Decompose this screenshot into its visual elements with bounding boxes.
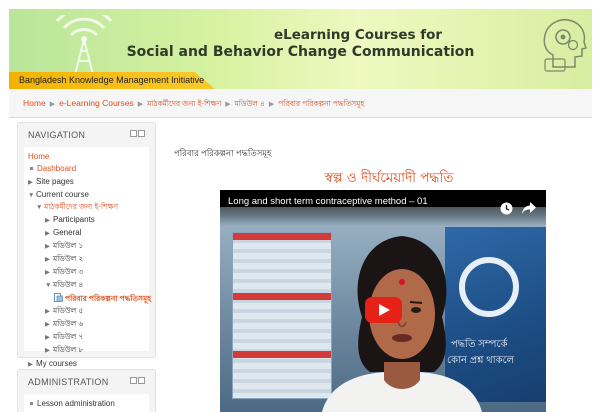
- breadcrumb: Home ▶ e-Learning Courses ▶ মাঠকর্মীদের জন্য…: [9, 89, 592, 118]
- breadcrumb-module[interactable]: মডিউল ৪: [235, 99, 265, 108]
- clock-icon[interactable]: [500, 202, 513, 215]
- site-title: eLearning Courses for Social and Behavio…: [9, 27, 592, 61]
- nav-my-courses-label: My courses: [36, 359, 77, 368]
- dock-block-icon[interactable]: [130, 130, 137, 137]
- administration-block-title: ADMINISTRATION: [28, 377, 109, 387]
- navigation-block-title: NAVIGATION: [28, 130, 86, 140]
- nav-module-7[interactable]: ▶ মডিউল ৭: [45, 332, 83, 343]
- expand-arrow-icon: ▶: [45, 230, 50, 237]
- collapse-block-icon[interactable]: [138, 377, 145, 384]
- administration-block: ADMINISTRATION Lesson administration: [17, 369, 156, 412]
- nav-module-label: মডিউল ১: [53, 241, 84, 250]
- nav-lesson-administration-label: Lesson administration: [37, 399, 115, 408]
- presenter-image: [322, 236, 482, 412]
- site-title-line1: eLearning Courses for: [273, 27, 443, 43]
- nav-course-label: মাঠকর্মীদের জন্য ই-শিক্ষণ: [44, 202, 119, 211]
- block-controls: [129, 377, 147, 386]
- expand-arrow-icon: ▶: [28, 179, 33, 186]
- video-title[interactable]: Long and short term contraceptive method…: [228, 196, 428, 207]
- site-title-line2: Social and Behavior Change Communication: [126, 44, 475, 60]
- nav-module-label: মডিউল ৫: [53, 306, 84, 315]
- page-frame: eLearning Courses for Social and Behavio…: [9, 9, 592, 412]
- nav-module-6[interactable]: ▶ মডিউল ৬: [45, 319, 83, 330]
- nav-participants-label: Participants: [53, 215, 95, 224]
- nav-participants[interactable]: ▶ Participants: [45, 215, 95, 226]
- breadcrumb-separator-icon: ▶: [225, 101, 231, 108]
- navigation-tree: Home Dashboard ▶ Site pages ▼ Current cour…: [24, 147, 151, 368]
- expand-arrow-icon: ▶: [45, 243, 50, 250]
- nav-lesson-administration[interactable]: Lesson administration: [28, 399, 115, 409]
- nav-site-pages[interactable]: ▶ Site pages: [28, 177, 74, 188]
- breadcrumb-home[interactable]: Home: [23, 98, 46, 108]
- poster-band: [233, 293, 331, 300]
- bullet-icon: [30, 401, 33, 405]
- nav-module-1[interactable]: ▶ মডিউল ১: [45, 241, 83, 252]
- share-icon[interactable]: [522, 202, 536, 214]
- breadcrumb-separator-icon: ▶: [49, 101, 56, 108]
- bullet-icon: [30, 166, 33, 170]
- nav-module-label: মডিউল ৩: [53, 267, 84, 276]
- nav-dashboard[interactable]: Dashboard: [28, 164, 76, 174]
- collapse-block-icon[interactable]: [138, 130, 145, 137]
- site-tagline: Bangladesh Knowledge Management Initiati…: [19, 75, 205, 85]
- breadcrumb-separator-icon: ▶: [137, 101, 144, 108]
- collapse-arrow-icon: ▼: [45, 282, 52, 289]
- nav-general-label: General: [53, 228, 82, 237]
- content-title: স্বল্প ও দীর্ঘমেয়াদী পদ্ধতি: [324, 170, 454, 186]
- poster-left: [232, 232, 332, 399]
- expand-arrow-icon: ▶: [45, 321, 50, 328]
- dock-block-icon[interactable]: [130, 377, 137, 384]
- nav-site-pages-label: Site pages: [36, 177, 74, 186]
- nav-active-lesson[interactable]: পরিবার পরিকল্পনা পদ্ধতিসমূহ: [54, 293, 151, 304]
- nav-home[interactable]: Home: [28, 152, 49, 162]
- collapse-arrow-icon: ▼: [28, 192, 35, 199]
- nav-module-2[interactable]: ▶ মডিউল ২: [45, 254, 83, 265]
- nav-module-label: মডিউল ৪: [53, 280, 84, 289]
- nav-general[interactable]: ▶ General: [45, 228, 81, 239]
- expand-arrow-icon: ▶: [45, 308, 50, 315]
- block-controls: [129, 130, 147, 139]
- poster-band: [233, 351, 331, 358]
- breadcrumb-current-page[interactable]: পরিবার পরিকল্পনা পদ্ধতিসমূহ: [278, 99, 364, 108]
- breadcrumb-elearning-courses[interactable]: e-Learning Courses: [59, 98, 134, 108]
- play-icon[interactable]: [365, 297, 402, 323]
- expand-arrow-icon: ▶: [45, 334, 50, 341]
- collapse-arrow-icon: ▼: [36, 204, 43, 211]
- youtube-video-player[interactable]: পদ্ধতি সম্পর্কে কোন প্রশ্ন থাকলে Long an…: [220, 190, 546, 412]
- nav-module-label: মডিউল ৭: [53, 332, 84, 341]
- expand-arrow-icon: ▶: [45, 217, 50, 224]
- expand-arrow-icon: ▶: [45, 269, 50, 276]
- nav-current-course[interactable]: ▼ Current course: [28, 190, 89, 201]
- site-header: eLearning Courses for Social and Behavio…: [9, 9, 592, 89]
- nav-module-label: মডিউল ৮: [53, 345, 84, 354]
- page-heading: পরিবার পরিকল্পনা পদ্ধতিসমূহ: [174, 148, 272, 158]
- navigation-block: NAVIGATION Home Dashboard ▶ Site pages ▼ C…: [17, 122, 156, 368]
- nav-module-label: মডিউল ২: [53, 254, 84, 263]
- nav-course[interactable]: ▼ মাঠকর্মীদের জন্য ই-শিক্ষণ: [36, 202, 118, 213]
- nav-current-course-label: Current course: [36, 190, 89, 199]
- expand-arrow-icon: ▶: [45, 347, 50, 354]
- lesson-icon: [54, 293, 63, 302]
- nav-module-5[interactable]: ▶ মডিউল ৫: [45, 306, 83, 317]
- poster-band: [233, 233, 331, 240]
- nav-module-4[interactable]: ▼ মডিউল ৪: [45, 280, 83, 291]
- nav-module-8[interactable]: ▶ মডিউল ৮: [45, 345, 83, 356]
- nav-active-lesson-label: পরিবার পরিকল্পনা পদ্ধতিসমূহ: [65, 294, 152, 303]
- breadcrumb-course[interactable]: মাঠকর্মীদের জন্য ই-শিক্ষণ: [147, 99, 221, 108]
- nav-module-label: মডিউল ৬: [53, 319, 84, 328]
- head-gears-icon: [543, 19, 587, 72]
- expand-arrow-icon: ▶: [45, 256, 50, 263]
- nav-module-3[interactable]: ▶ মডিউল ৩: [45, 267, 83, 278]
- breadcrumb-separator-icon: ▶: [268, 101, 275, 108]
- administration-tree: Lesson administration: [24, 394, 149, 412]
- nav-dashboard-label: Dashboard: [37, 164, 77, 173]
